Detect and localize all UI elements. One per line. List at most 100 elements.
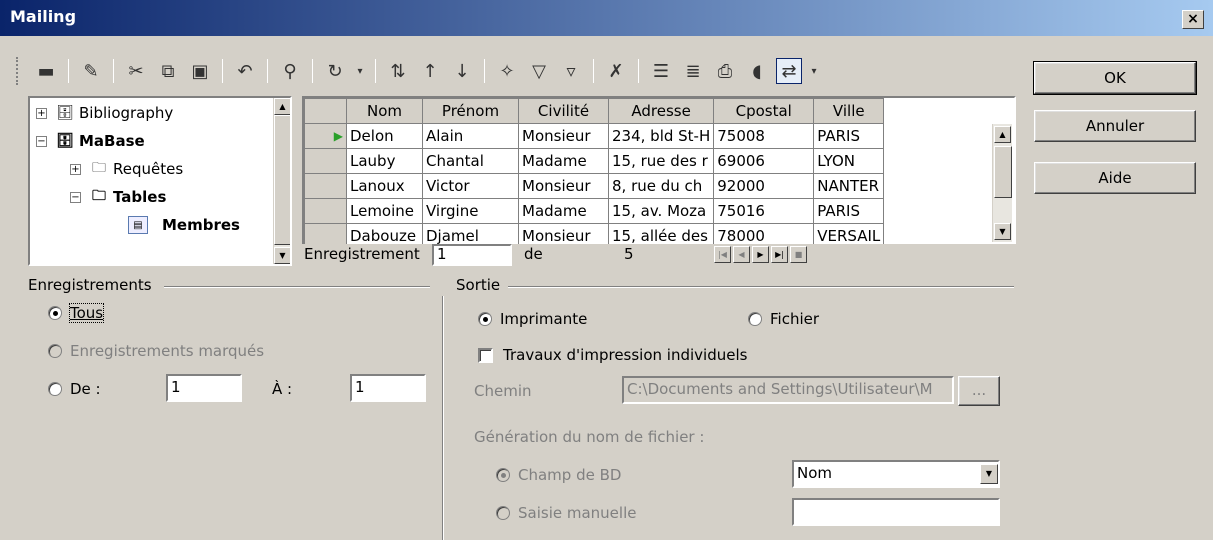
mail-merge-icon[interactable]: ⎙ <box>712 58 738 84</box>
sort-icon[interactable]: ⇅ <box>385 58 411 84</box>
edit-data-icon[interactable]: ✎ <box>78 58 104 84</box>
row-header[interactable] <box>304 198 347 224</box>
copy-icon[interactable]: ⧉ <box>155 58 181 84</box>
refresh-dropdown-icon[interactable]: ▾ <box>354 58 366 84</box>
table-row[interactable]: Lauby Chantal Madame 15, rue des r 69006… <box>304 148 885 174</box>
table-cell[interactable]: Chantal <box>422 148 519 174</box>
radio-db-field[interactable] <box>496 468 510 482</box>
table-cell[interactable]: Victor <box>422 173 519 199</box>
toolbar-more-icon[interactable]: ▾ <box>808 58 820 84</box>
column-header[interactable]: Nom <box>346 98 423 124</box>
table-cell[interactable]: 75016 <box>713 198 815 224</box>
table-cell[interactable]: Monsieur <box>518 123 609 149</box>
table-cell[interactable]: PARIS <box>813 123 885 149</box>
scroll-thumb[interactable] <box>994 146 1012 198</box>
refresh-icon[interactable]: ↻ <box>322 58 348 84</box>
column-header[interactable]: Adresse <box>607 98 715 124</box>
table-cell[interactable]: Madame <box>518 198 609 224</box>
table-cell[interactable]: Alain <box>422 123 519 149</box>
scroll-thumb[interactable] <box>274 115 290 245</box>
explorer-toggle-icon[interactable]: ⇄ <box>776 58 802 84</box>
chevron-down-icon[interactable]: ▼ <box>980 464 998 484</box>
db-field-select[interactable]: Nom ▼ <box>792 460 1000 488</box>
expand-icon[interactable]: + <box>36 107 47 119</box>
data-to-fields-icon[interactable]: ≣ <box>680 58 706 84</box>
table-row[interactable]: Lanoux Victor Monsieur 8, rue du ch 9200… <box>304 173 885 199</box>
browse-button[interactable]: ... <box>958 376 1000 406</box>
next-record-icon[interactable]: ▶ <box>752 246 769 263</box>
expand-icon[interactable]: + <box>70 163 81 175</box>
close-button[interactable]: × <box>1182 10 1204 29</box>
manual-entry-input[interactable] <box>792 498 1000 526</box>
to-input[interactable]: 1 <box>350 374 426 402</box>
scroll-up-icon[interactable]: ▲ <box>274 98 290 115</box>
table-cell[interactable]: Lauby <box>346 148 423 174</box>
individual-jobs-option[interactable]: Travaux d'impression individuels <box>478 346 747 364</box>
remove-filter-icon[interactable]: ✗ <box>603 58 629 84</box>
column-header[interactable]: Civilité <box>518 98 609 124</box>
toolbar-grip[interactable] <box>16 57 22 85</box>
standard-filter-icon[interactable]: ▽ <box>526 58 552 84</box>
data-to-text-icon[interactable]: ☰ <box>648 58 674 84</box>
grid-scrollbar[interactable]: ▲ ▼ <box>992 124 1012 242</box>
tree-scrollbar[interactable]: ▲ ▼ <box>273 98 290 264</box>
column-header[interactable]: Cpostal <box>713 98 815 124</box>
tree-item-queries[interactable]: + 🗀 Requêtes <box>70 160 183 178</box>
paste-icon[interactable]: ▣ <box>187 58 213 84</box>
table-row[interactable]: ▶ Delon Alain Monsieur 234, bld St-H 750… <box>304 123 885 149</box>
radio-printer[interactable] <box>478 312 492 326</box>
table-row[interactable]: Lemoine Virgine Madame 15, av. Moza 7501… <box>304 198 885 224</box>
all-records-option[interactable]: Tous <box>48 303 105 323</box>
cancel-button[interactable]: Annuler <box>1034 110 1196 142</box>
sort-ascending-icon[interactable]: ↑ <box>417 58 443 84</box>
cut-icon[interactable]: ✂ <box>123 58 149 84</box>
range-records-option[interactable]: De : <box>48 380 101 398</box>
undo-icon[interactable]: ↶ <box>232 58 258 84</box>
column-header[interactable]: Prénom <box>422 98 519 124</box>
radio-manual[interactable] <box>496 506 510 520</box>
marked-records-option[interactable]: Enregistrements marqués <box>48 342 264 360</box>
table-cell[interactable]: Lemoine <box>346 198 423 224</box>
tree-item-membres[interactable]: ▤ Membres <box>128 216 240 234</box>
manual-entry-option[interactable]: Saisie manuelle <box>496 504 636 522</box>
last-record-icon[interactable]: ▶| <box>771 246 788 263</box>
first-record-icon[interactable]: |◀ <box>714 246 731 263</box>
radio-range[interactable] <box>48 382 62 396</box>
record-number-input[interactable]: 1 <box>432 244 512 266</box>
data-source-tree[interactable]: + 🗄 Bibliography − 🗄 MaBase + 🗀 Requêtes… <box>28 96 292 266</box>
ok-button[interactable]: OK <box>1033 61 1197 95</box>
row-header[interactable] <box>304 148 347 174</box>
data-source-icon[interactable]: ◖ <box>744 58 770 84</box>
help-button[interactable]: Aide <box>1034 162 1196 194</box>
table-cell[interactable]: 15, av. Moza <box>607 198 715 224</box>
table-cell[interactable]: 69006 <box>713 148 815 174</box>
collapse-icon[interactable]: − <box>70 191 81 203</box>
table-cell[interactable]: Madame <box>518 148 609 174</box>
scroll-down-icon[interactable]: ▼ <box>274 247 290 264</box>
table-cell[interactable]: 8, rue du ch <box>607 173 715 199</box>
autofilter-icon[interactable]: ✧ <box>494 58 520 84</box>
table-cell[interactable]: 75008 <box>713 123 815 149</box>
from-input[interactable]: 1 <box>166 374 242 402</box>
table-cell[interactable]: Lanoux <box>346 173 423 199</box>
radio-file[interactable] <box>748 312 762 326</box>
previous-record-icon[interactable]: ◀ <box>733 246 750 263</box>
printer-option[interactable]: Imprimante <box>478 310 587 328</box>
table-cell[interactable]: PARIS <box>813 198 885 224</box>
individual-jobs-checkbox[interactable] <box>478 347 493 363</box>
column-header[interactable]: Ville <box>813 98 885 124</box>
data-grid[interactable]: Nom Prénom Civilité Adresse Cpostal Vill… <box>302 96 1016 266</box>
table-cell[interactable]: NANTER <box>813 173 885 199</box>
apply-filter-icon[interactable]: ▿ <box>558 58 584 84</box>
radio-all[interactable] <box>48 306 62 320</box>
table-cell[interactable]: Delon <box>346 123 423 149</box>
table-cell[interactable]: LYON <box>813 148 885 174</box>
table-cell[interactable]: Virgine <box>422 198 519 224</box>
tree-item-tables[interactable]: − 🗀 Tables <box>70 188 166 206</box>
tree-item-mabase[interactable]: − 🗄 MaBase <box>36 132 145 150</box>
table-cell[interactable]: 92000 <box>713 173 815 199</box>
table-cell[interactable]: 15, rue des r <box>607 148 715 174</box>
tree-item-bibliography[interactable]: + 🗄 Bibliography <box>36 104 173 122</box>
scroll-down-icon[interactable]: ▼ <box>994 223 1011 240</box>
row-header[interactable] <box>304 173 347 199</box>
